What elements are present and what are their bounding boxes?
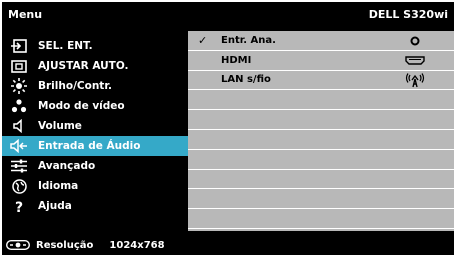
status-bar: Resolução 1024x768: [2, 235, 454, 255]
menu-item-input-select[interactable]: SEL. ENT.: [2, 36, 188, 56]
osd-menu: Menu DELL S320wi SEL. ENT. AJUSTAR AUTO.…: [2, 2, 454, 255]
volume-icon: [10, 118, 28, 134]
empty-row: [188, 150, 454, 170]
menu-item-audio-input[interactable]: Entrada de Áudio: [2, 136, 188, 156]
menu-title: Menu: [8, 7, 43, 21]
option-hdmi[interactable]: HDMI: [188, 51, 454, 71]
title-bar: Menu DELL S320wi: [2, 2, 454, 26]
audio-input-submenu: ✓ Entr. Ana. HDMI LAN s/fio: [188, 31, 454, 231]
auto-adjust-icon: [10, 58, 28, 74]
option-analog-input[interactable]: ✓ Entr. Ana.: [188, 31, 454, 51]
menu-item-label: Avançado: [38, 160, 96, 172]
empty-row: [188, 110, 454, 130]
help-icon: ?: [10, 198, 28, 214]
option-label: HDMI: [221, 54, 252, 66]
menu-item-label: Idioma: [38, 180, 79, 192]
menu-item-help[interactable]: ? Ajuda: [2, 196, 188, 216]
menu-item-label: AJUSTAR AUTO.: [38, 60, 129, 72]
menu-item-label: Entrada de Áudio: [38, 140, 141, 152]
empty-row: [188, 130, 454, 150]
menu-item-language[interactable]: Idioma: [2, 176, 188, 196]
empty-row: [188, 189, 454, 210]
main-menu: SEL. ENT. AJUSTAR AUTO. Brilho/Contr. Mo…: [2, 36, 188, 216]
empty-row: [188, 209, 454, 229]
analog-jack-icon: [404, 33, 426, 48]
brightness-icon: [10, 78, 28, 94]
option-wireless-lan[interactable]: LAN s/fio: [188, 71, 454, 91]
svg-text:?: ?: [15, 200, 23, 214]
video-mode-icon: [10, 98, 28, 114]
resolution-value: 1024x768: [109, 239, 165, 251]
menu-item-label: Ajuda: [38, 200, 72, 212]
option-label: Entr. Ana.: [221, 34, 276, 46]
option-label: LAN s/fio: [221, 74, 271, 86]
projector-model: DELL S320wi: [368, 7, 448, 21]
menu-item-video-mode[interactable]: Modo de vídeo: [2, 96, 188, 116]
menu-item-auto-adjust[interactable]: AJUSTAR AUTO.: [2, 56, 188, 76]
hdmi-icon: [404, 53, 426, 68]
menu-item-label: Modo de vídeo: [38, 100, 125, 112]
language-icon: [10, 178, 28, 194]
menu-item-label: SEL. ENT.: [38, 40, 93, 52]
menu-item-label: Brilho/Contr.: [38, 80, 112, 92]
menu-item-advanced[interactable]: Avançado: [2, 156, 188, 176]
resolution-label: Resolução: [36, 239, 94, 251]
advanced-icon: [10, 158, 28, 174]
audio-input-icon: [10, 138, 28, 154]
empty-row: [188, 170, 454, 190]
menu-item-volume[interactable]: Volume: [2, 116, 188, 136]
menu-item-brightness[interactable]: Brilho/Contr.: [2, 76, 188, 96]
wireless-icon: [404, 72, 426, 88]
empty-row: [188, 90, 454, 111]
input-select-icon: [10, 38, 28, 54]
menu-item-label: Volume: [38, 120, 82, 132]
resolution-icon: [6, 240, 30, 250]
checkmark-icon: ✓: [198, 33, 208, 47]
